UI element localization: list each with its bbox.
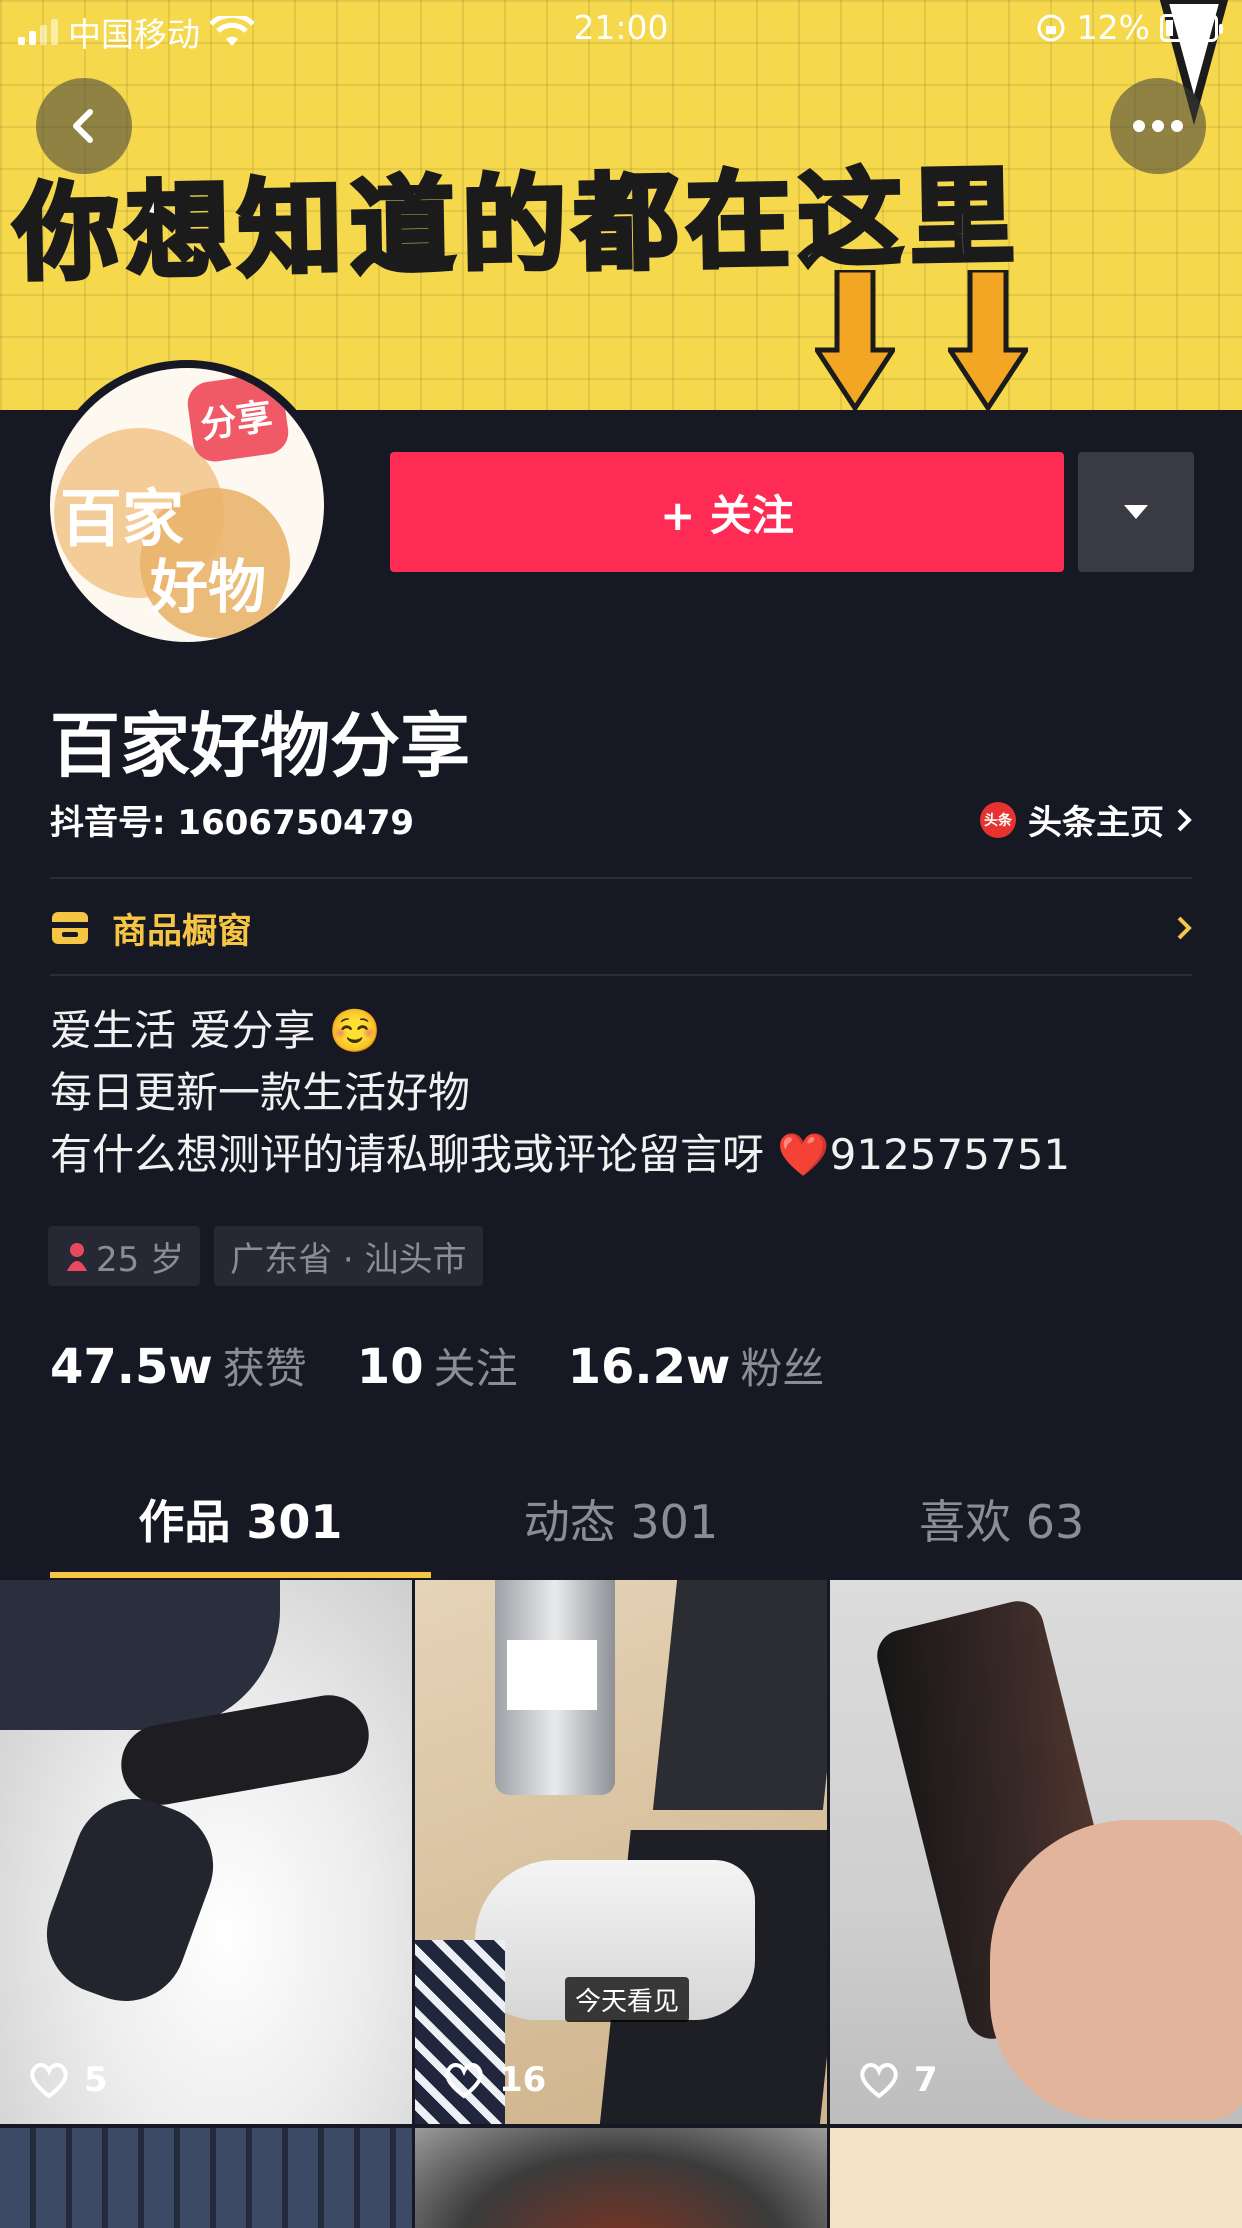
- tab-moments[interactable]: 动态 301: [431, 1480, 812, 1580]
- profile-tags: 25 岁 广东省 · 汕头市: [48, 1226, 483, 1286]
- shop-icon: [52, 912, 88, 944]
- like-count: 5: [28, 2060, 108, 2100]
- heart-icon: [445, 2063, 483, 2099]
- stat-label: 获赞: [222, 1344, 307, 1393]
- today-seen-badge: 今天看见: [565, 1977, 690, 2022]
- like-count: 7: [858, 2060, 938, 2100]
- follow-label: + 关注: [660, 490, 794, 540]
- profile-tabs: 作品 301 动态 301 喜欢 63: [50, 1480, 1192, 1580]
- avatar-badge-text: 分享: [197, 396, 276, 447]
- video-grid: 5 今天看见 16 7: [0, 1580, 1242, 2228]
- heart-icon: [860, 2063, 898, 2099]
- toutiao-homepage-link[interactable]: 头条 头条主页: [980, 795, 1192, 844]
- like-count-value: 16: [499, 2060, 547, 2100]
- stat-following[interactable]: 10 关注: [357, 1335, 518, 1396]
- chevron-right-icon: [1177, 808, 1192, 831]
- back-button[interactable]: [36, 78, 132, 174]
- follow-button[interactable]: + 关注: [390, 452, 1064, 572]
- arrow-down-icon: [948, 270, 1028, 410]
- stat-number: 10: [356, 1339, 424, 1395]
- stat-label: 关注: [433, 1344, 518, 1393]
- stat-followers[interactable]: 16.2w 粉丝: [568, 1335, 825, 1396]
- video-thumbnail[interactable]: [830, 2128, 1242, 2228]
- tab-works[interactable]: 作品 301: [50, 1480, 431, 1580]
- divider: [50, 974, 1192, 976]
- shop-label: 商品橱窗: [112, 911, 253, 952]
- bio-line: 每日更新一款生活好物: [50, 1068, 471, 1117]
- video-thumbnail[interactable]: [415, 2128, 827, 2228]
- profile-bio: 爱生活 爱分享 ☺️ 每日更新一款生活好物 有什么想测评的请私聊我或评论留言呀 …: [50, 1000, 1070, 1186]
- more-dots-icon: [1133, 120, 1183, 132]
- avatar-line2: 好物: [150, 553, 267, 621]
- divider: [50, 877, 1192, 879]
- tab-likes[interactable]: 喜欢 63: [811, 1480, 1192, 1580]
- video-thumbnail[interactable]: 5: [0, 1580, 412, 2124]
- like-count-value: 7: [914, 2060, 938, 2100]
- like-count-value: 5: [84, 2060, 108, 2100]
- stat-likes: 47.5w 获赞: [50, 1335, 307, 1396]
- more-options-button[interactable]: [1110, 78, 1206, 174]
- heart-icon: [30, 2063, 68, 2099]
- location-tag: 广东省 · 汕头市: [214, 1226, 483, 1286]
- video-thumbnail[interactable]: 今天看见 16: [415, 1580, 827, 2124]
- profile-nickname: 百家好物分享: [50, 705, 470, 787]
- stat-label: 粉丝: [740, 1344, 825, 1393]
- arrow-down-icon: [815, 270, 895, 410]
- video-thumbnail[interactable]: [0, 2128, 412, 2228]
- battery-icon: [1160, 13, 1223, 42]
- stat-number: 16.2w: [567, 1339, 731, 1395]
- chevron-right-icon: [1177, 916, 1192, 940]
- profile-banner: 你想知道的都在这里: [0, 0, 1242, 410]
- avatar[interactable]: 分享 百家 好物: [42, 360, 332, 650]
- toutiao-link-label: 头条主页: [1028, 803, 1164, 843]
- bio-line: 爱生活 爱分享 ☺️: [50, 1006, 381, 1055]
- bio-line: 有什么想测评的请私聊我或评论留言呀 ❤️912575751: [50, 1130, 1071, 1179]
- recommend-dropdown-button[interactable]: [1078, 452, 1194, 572]
- location-label: 广东省 · 汕头市: [230, 1239, 467, 1280]
- like-count: 16: [443, 2060, 546, 2100]
- age-label: 25 岁: [96, 1239, 185, 1280]
- video-thumbnail[interactable]: 7: [830, 1580, 1242, 2124]
- toutiao-logo-icon: 头条: [980, 801, 1016, 838]
- profile-stats: 47.5w 获赞 10 关注 16.2w 粉丝: [50, 1335, 824, 1396]
- rotation-lock-icon: [1037, 14, 1065, 41]
- caret-down-icon: [1124, 505, 1148, 519]
- chevron-left-icon: [73, 109, 93, 143]
- battery-percent: 12%: [1076, 8, 1150, 47]
- status-bar: 中国移动 21:00 12%: [0, 0, 1242, 60]
- product-showcase-link[interactable]: 商品橱窗: [50, 880, 1192, 976]
- stat-number: 47.5w: [50, 1339, 213, 1395]
- female-icon: [67, 1243, 87, 1271]
- douyin-id: 抖音号: 1606750479: [50, 803, 415, 843]
- age-tag: 25 岁: [48, 1226, 201, 1286]
